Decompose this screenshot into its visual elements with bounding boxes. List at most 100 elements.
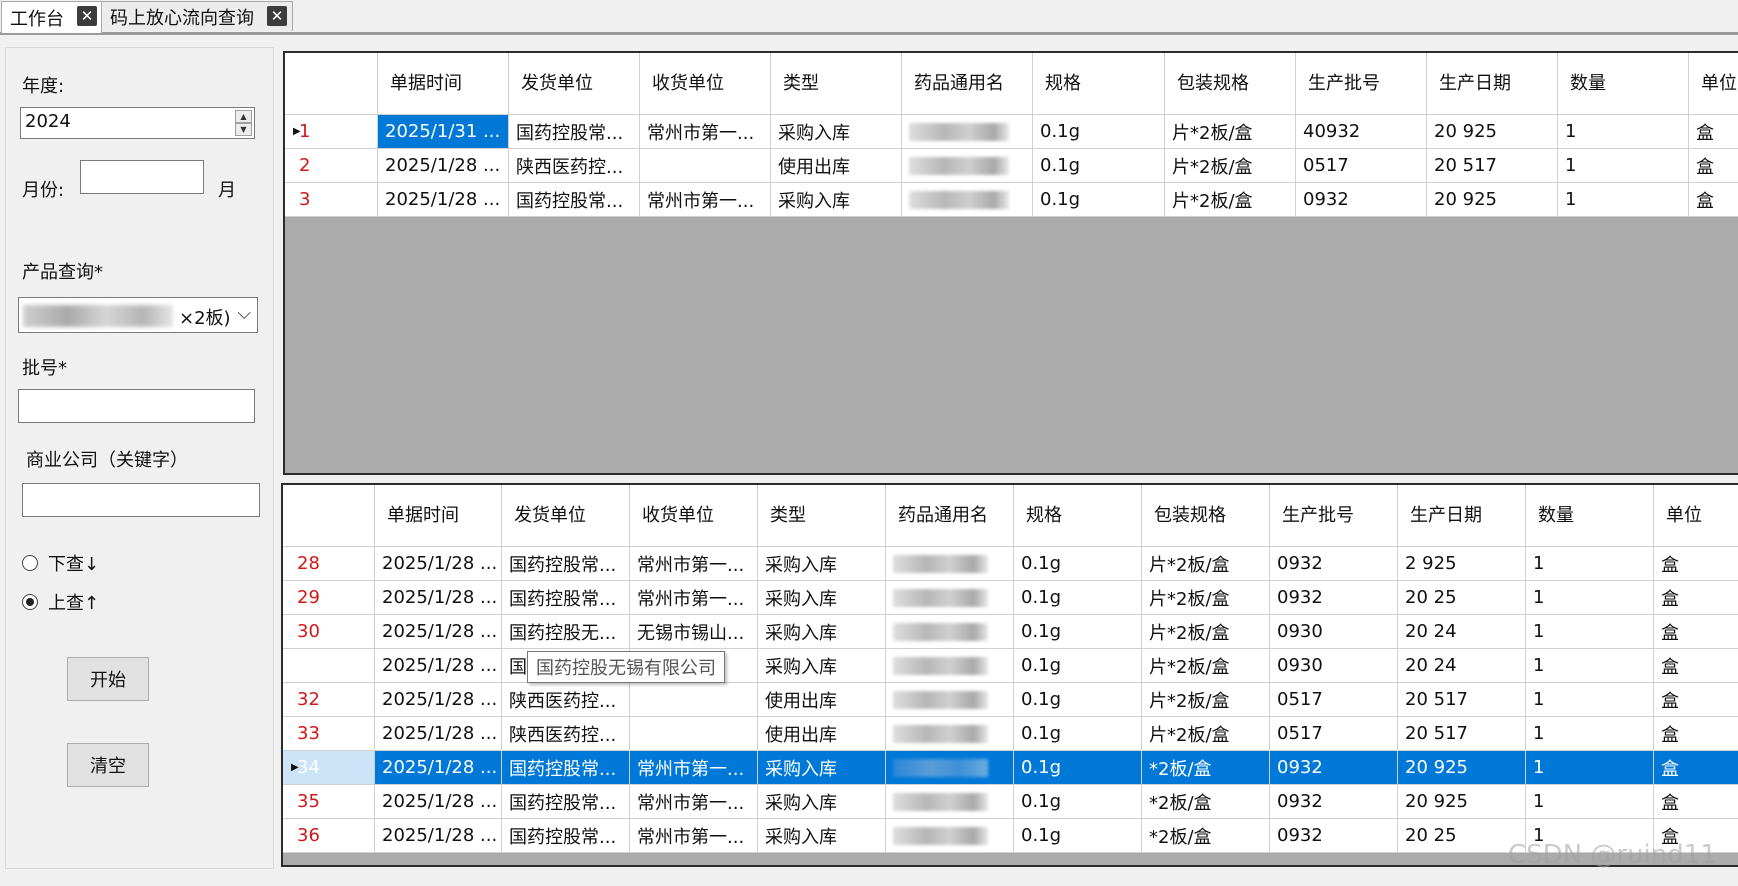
- cell-date[interactable]: 20 25: [1398, 819, 1526, 853]
- column-header[interactable]: 规格: [1033, 53, 1165, 115]
- cell-from[interactable]: 国药控股常...: [502, 547, 630, 581]
- row-header[interactable]: 30: [283, 615, 375, 649]
- cell-unit[interactable]: 盒: [1654, 683, 1738, 717]
- cell-qty[interactable]: 1: [1526, 649, 1654, 683]
- cell-unit[interactable]: 盒: [1689, 183, 1738, 217]
- cell-time[interactable]: 2025/1/28 ...: [375, 751, 502, 785]
- cell-qty[interactable]: 1: [1558, 115, 1689, 149]
- cell-spec[interactable]: 0.1g: [1014, 751, 1142, 785]
- cell-type[interactable]: 采购入库: [771, 183, 902, 217]
- cell-drug[interactable]: [886, 547, 1014, 581]
- row-header[interactable]: 29: [283, 581, 375, 615]
- table-row[interactable]: 33 2025/1/28 ... 陕西医药控... 使用出库 0.1g 片*2板/盒 051…: [283, 717, 1738, 751]
- cell-date[interactable]: 20 25: [1398, 581, 1526, 615]
- cell-qty[interactable]: 1: [1526, 785, 1654, 819]
- cell-batch[interactable]: 0517: [1270, 683, 1398, 717]
- cell-from[interactable]: 国药控股常...: [502, 819, 630, 853]
- cell-date[interactable]: 2 925: [1398, 547, 1526, 581]
- cell-spec[interactable]: 0.1g: [1014, 785, 1142, 819]
- cell-spec[interactable]: 0.1g: [1014, 819, 1142, 853]
- cell-pack[interactable]: 片*2板/盒: [1142, 547, 1270, 581]
- cell-to[interactable]: 常州市第一...: [640, 115, 771, 149]
- table-row[interactable]: 2025/1/28 ... 国采购入库 0.1g 片*2板/盒 0930 20 24 1 盒: [283, 649, 1738, 683]
- column-header[interactable]: 包装规格: [1142, 485, 1270, 547]
- column-header[interactable]: 发货单位: [509, 53, 640, 115]
- cell-qty[interactable]: 1: [1526, 615, 1654, 649]
- column-header[interactable]: 生产批号: [1270, 485, 1398, 547]
- cell-pack[interactable]: *2板/盒: [1142, 819, 1270, 853]
- batch-input[interactable]: [18, 389, 255, 423]
- cell-from[interactable]: 国药控股常...: [502, 785, 630, 819]
- cell-qty[interactable]: 1: [1526, 683, 1654, 717]
- spin-down-icon[interactable]: ▼: [235, 123, 252, 136]
- row-header[interactable]: 3: [285, 183, 378, 217]
- cell-spec[interactable]: 0.1g: [1014, 717, 1142, 751]
- cell-from[interactable]: 国药控股常...: [502, 751, 630, 785]
- table-row[interactable]: 28 2025/1/28 ... 国药控股常... 常州市第一... 采购入库 0.1g 片…: [283, 547, 1738, 581]
- cell-drug[interactable]: [902, 183, 1033, 217]
- table-row[interactable]: 3 2025/1/28 ... 国药控股常... 常州市第一... 采购入库 0.1g 片*…: [285, 183, 1738, 217]
- cell-from[interactable]: 国药控股常...: [509, 115, 640, 149]
- cell-qty[interactable]: 1: [1558, 183, 1689, 217]
- cell-to[interactable]: 常州市第一...: [630, 785, 758, 819]
- cell-batch[interactable]: 0932: [1270, 581, 1398, 615]
- header-corner[interactable]: [283, 485, 375, 547]
- row-header[interactable]: 33: [283, 717, 375, 751]
- table-row[interactable]: ▶ 34 2025/1/28 ... 国药控股常... 常州市第一... 采购入库 0.1g…: [283, 751, 1738, 785]
- cell-from[interactable]: 国药控股常...: [509, 183, 640, 217]
- cell-batch[interactable]: 0932: [1270, 819, 1398, 853]
- column-header[interactable]: 生产批号: [1296, 53, 1427, 115]
- cell-date[interactable]: 20 24: [1398, 649, 1526, 683]
- cell-unit[interactable]: 盒: [1654, 785, 1738, 819]
- cell-from[interactable]: 陕西医药控...: [502, 683, 630, 717]
- table-row[interactable]: 30 2025/1/28 ... 国药控股无... 无锡市锡山... 采购入库 0.1g 片…: [283, 615, 1738, 649]
- bottom-results-grid[interactable]: 单据时间 发货单位 收货单位 类型 药品通用名 规格 包装规格 生产批号 生产日期 数量 单位 28 2…: [281, 483, 1738, 867]
- cell-type[interactable]: 采购入库: [771, 115, 902, 149]
- row-header[interactable]: 35: [283, 785, 375, 819]
- cell-time[interactable]: 2025/1/28 ...: [375, 649, 502, 683]
- column-header[interactable]: 收货单位: [640, 53, 771, 115]
- column-header[interactable]: 收货单位: [630, 485, 758, 547]
- row-header[interactable]: ▶ 34: [283, 751, 375, 785]
- cell-unit[interactable]: 盒: [1689, 115, 1738, 149]
- column-header[interactable]: 发货单位: [502, 485, 630, 547]
- column-header[interactable]: 包装规格: [1165, 53, 1296, 115]
- cell-spec[interactable]: 0.1g: [1014, 649, 1142, 683]
- cell-batch[interactable]: 0932: [1270, 785, 1398, 819]
- cell-time[interactable]: 2025/1/28 ...: [375, 785, 502, 819]
- cell-drug[interactable]: [886, 649, 1014, 683]
- cell-type[interactable]: 采购入库: [758, 581, 886, 615]
- cell-from[interactable]: 陕西医药控...: [509, 149, 640, 183]
- cell-date[interactable]: 20 925: [1398, 751, 1526, 785]
- chevron-down-icon[interactable]: ⌵: [237, 303, 251, 324]
- cell-type[interactable]: 采购入库: [758, 751, 886, 785]
- cell-time[interactable]: 2025/1/28 ...: [378, 183, 509, 217]
- cell-time[interactable]: 2025/1/28 ...: [378, 149, 509, 183]
- row-header[interactable]: 28: [283, 547, 375, 581]
- cell-pack[interactable]: 片*2板/盒: [1165, 149, 1296, 183]
- cell-to[interactable]: [630, 683, 758, 717]
- cell-spec[interactable]: 0.1g: [1033, 115, 1165, 149]
- table-row[interactable]: 32 2025/1/28 ... 陕西医药控... 使用出库 0.1g 片*2板/盒 051…: [283, 683, 1738, 717]
- cell-pack[interactable]: 片*2板/盒: [1165, 183, 1296, 217]
- cell-drug[interactable]: [886, 581, 1014, 615]
- cell-spec[interactable]: 0.1g: [1033, 149, 1165, 183]
- cell-qty[interactable]: 1: [1526, 717, 1654, 751]
- column-header[interactable]: 规格: [1014, 485, 1142, 547]
- row-header[interactable]: 36: [283, 819, 375, 853]
- cell-qty[interactable]: 1: [1526, 751, 1654, 785]
- row-header[interactable]: 32: [283, 683, 375, 717]
- column-header[interactable]: 数量: [1526, 485, 1654, 547]
- cell-date[interactable]: 20 24: [1398, 615, 1526, 649]
- cell-type[interactable]: 采购入库: [758, 547, 886, 581]
- cell-time[interactable]: 2025/1/28 ...: [375, 581, 502, 615]
- cell-time[interactable]: 2025/1/31 ...: [378, 115, 509, 149]
- year-spinner[interactable]: ▲ ▼: [235, 110, 252, 136]
- cell-unit[interactable]: 盒: [1689, 149, 1738, 183]
- table-row[interactable]: 35 2025/1/28 ... 国药控股常... 常州市第一... 采购入库 0.1g *…: [283, 785, 1738, 819]
- column-header[interactable]: 生产日期: [1398, 485, 1526, 547]
- year-input[interactable]: 2024 ▲ ▼: [20, 107, 255, 139]
- cell-spec[interactable]: 0.1g: [1033, 183, 1165, 217]
- cell-drug[interactable]: [886, 615, 1014, 649]
- tab-trace-query[interactable]: 码上放心流向查询 ✕: [101, 1, 293, 31]
